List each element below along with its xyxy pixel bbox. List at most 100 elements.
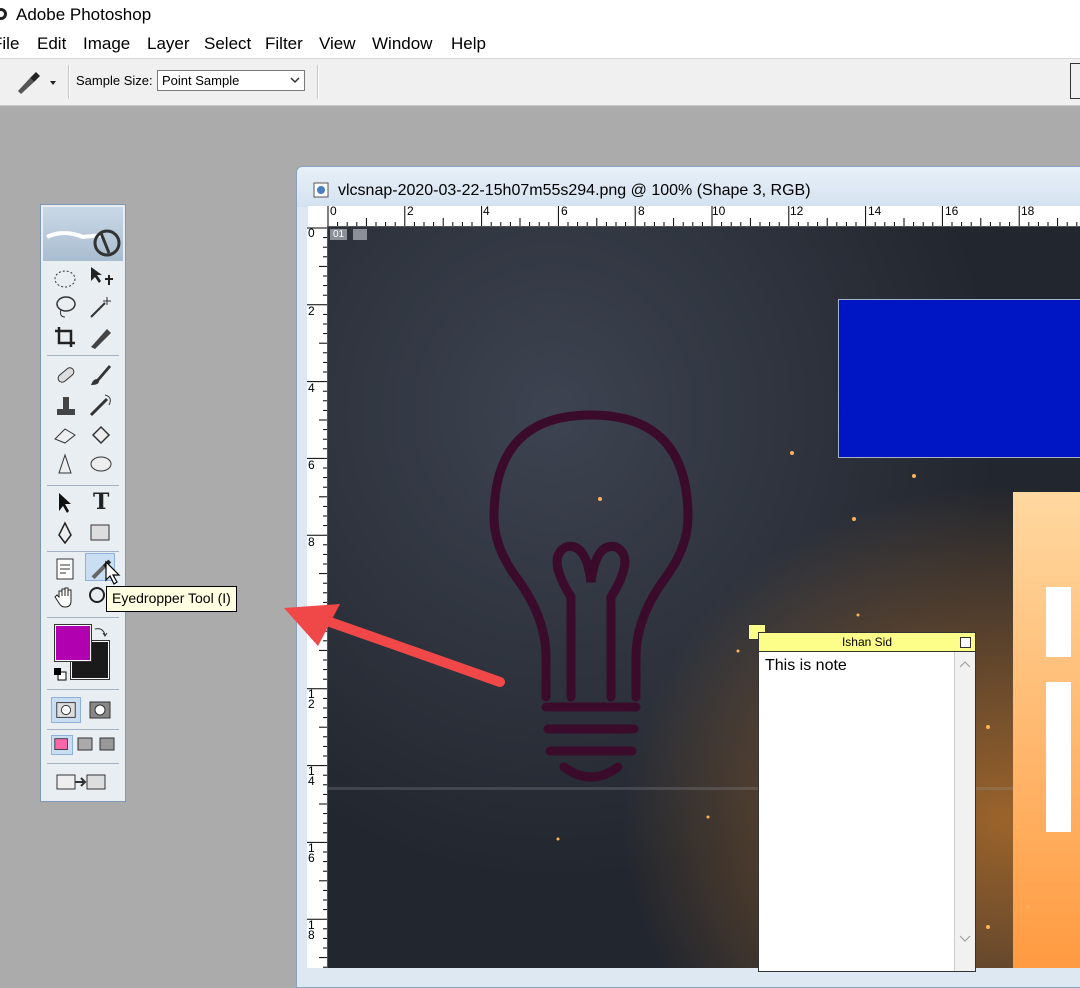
lightbulb-icon xyxy=(489,410,693,782)
menu-file[interactable]: File xyxy=(0,34,19,54)
rectangle-tool-icon[interactable] xyxy=(85,519,115,547)
note-body[interactable]: This is note xyxy=(758,652,976,972)
mouse-cursor-icon xyxy=(105,560,121,585)
marquee-tool-icon[interactable] xyxy=(51,265,81,293)
ruler-label: 12 xyxy=(790,204,804,218)
ruler-label: 18 xyxy=(1021,204,1035,218)
close-icon[interactable] xyxy=(960,637,971,648)
horizontal-ruler-ticks xyxy=(327,206,1078,226)
feather-logo-icon xyxy=(46,229,121,257)
ruler-label: 6 xyxy=(561,204,568,218)
standard-mode-icon[interactable] xyxy=(51,697,81,723)
brush-tool-icon[interactable] xyxy=(85,361,115,389)
note-scrollbar[interactable] xyxy=(954,652,975,971)
menu-layer[interactable]: Layer xyxy=(147,34,190,54)
ruler-label: 1 6 xyxy=(308,841,315,865)
options-separator xyxy=(317,65,319,99)
sample-size-select[interactable]: Point Sample xyxy=(157,70,305,91)
slice-tool-icon[interactable] xyxy=(85,323,115,351)
toolbox: T xyxy=(40,204,126,802)
ruler-label: 1 2 xyxy=(308,687,315,711)
ruler-label: 1 0 xyxy=(308,610,315,634)
path-selection-tool-icon[interactable] xyxy=(51,489,81,517)
default-colors-icon[interactable] xyxy=(53,667,67,681)
menu-help[interactable]: Help xyxy=(451,34,486,54)
options-bar: Sample Size: Point Sample xyxy=(0,59,1080,106)
chevron-down-icon xyxy=(290,77,300,84)
move-tool-icon[interactable] xyxy=(85,263,115,291)
history-brush-tool-icon[interactable] xyxy=(85,391,115,419)
ruler-label: 10 xyxy=(712,204,726,218)
toolbox-divider xyxy=(47,485,119,486)
vertical-ruler[interactable]: 0 2 4 6 8 1 0 1 2 1 4 1 6 1 8 xyxy=(307,226,328,968)
ruler-label: 16 xyxy=(945,204,959,218)
magic-wand-tool-icon[interactable] xyxy=(85,293,115,321)
healing-brush-tool-icon[interactable] xyxy=(51,361,81,389)
menu-filter[interactable]: Filter xyxy=(265,34,303,54)
ruler-label: 6 xyxy=(308,458,315,472)
document-icon xyxy=(313,182,329,198)
clone-stamp-tool-icon[interactable] xyxy=(51,391,81,419)
full-screen-menu-mode-icon[interactable] xyxy=(75,735,95,755)
dodge-tool-icon[interactable] xyxy=(85,451,115,479)
ruler-label: 4 xyxy=(308,381,315,395)
type-tool-icon[interactable]: T xyxy=(85,487,115,515)
notes-tool-icon[interactable] xyxy=(51,555,81,583)
menu-edit[interactable]: Edit xyxy=(37,34,66,54)
paint-bucket-tool-icon[interactable] xyxy=(85,421,115,449)
horizontal-ruler[interactable]: 0 2 4 6 8 10 12 14 16 18 xyxy=(308,204,1080,227)
toolbox-divider xyxy=(47,729,119,730)
scroll-up-icon[interactable] xyxy=(955,656,975,672)
sample-size-value: Point Sample xyxy=(162,73,240,88)
ruler-label: 0 xyxy=(308,226,315,240)
jump-to-imageready-icon[interactable] xyxy=(51,767,117,795)
sample-size-label: Sample Size: xyxy=(76,73,153,88)
scroll-down-icon[interactable] xyxy=(955,931,975,947)
tooltip: Eyedropper Tool (I) xyxy=(106,586,237,612)
photoshop-app-icon xyxy=(0,8,7,20)
lasso-tool-icon[interactable] xyxy=(51,293,81,321)
full-screen-mode-icon[interactable] xyxy=(97,735,117,755)
ruler-label: 8 xyxy=(308,535,315,549)
ruler-label: 8 xyxy=(638,204,645,218)
ruler-label: 1 4 xyxy=(308,764,315,788)
document-title: vlcsnap-2020-03-22-15h07m55s294.png @ 10… xyxy=(338,182,811,199)
annotation-note[interactable]: Ishan Sid This is note xyxy=(748,624,978,972)
ruler-label: 2 xyxy=(308,304,315,318)
note-text[interactable]: This is note xyxy=(765,657,847,675)
palette-well[interactable] xyxy=(1070,63,1080,99)
menu-view[interactable]: View xyxy=(319,34,356,54)
pen-tool-icon[interactable] xyxy=(51,519,81,547)
eyedropper-icon[interactable] xyxy=(10,69,60,95)
blur-tool-icon[interactable] xyxy=(51,451,81,479)
ruler-label: 14 xyxy=(868,204,882,218)
standard-screen-mode-icon[interactable] xyxy=(51,735,73,755)
toolbox-divider xyxy=(47,763,119,764)
ruler-label: 0 xyxy=(330,204,337,218)
crop-tool-icon[interactable] xyxy=(51,323,81,351)
ruler-label: 2 xyxy=(407,204,414,218)
ruler-label: 1 8 xyxy=(308,918,315,942)
menu-image[interactable]: Image xyxy=(83,34,130,54)
hand-tool-icon[interactable] xyxy=(51,583,81,611)
eraser-tool-icon[interactable] xyxy=(51,421,81,449)
window-title: Adobe Photoshop xyxy=(16,5,152,24)
toolbox-divider xyxy=(47,689,119,690)
ruler-label: 4 xyxy=(483,204,490,218)
options-separator xyxy=(68,65,70,99)
toolbox-divider xyxy=(47,551,119,552)
note-header[interactable]: Ishan Sid xyxy=(758,632,976,652)
title-bar: Adobe Photoshop xyxy=(0,0,1080,30)
menu-select[interactable]: Select xyxy=(204,34,251,54)
menu-bar: File Edit Image Layer Select Filter View… xyxy=(0,30,1080,58)
document-title-bar[interactable]: vlcsnap-2020-03-22-15h07m55s294.png @ 10… xyxy=(297,167,1080,207)
foreground-color-swatch[interactable] xyxy=(54,624,92,662)
note-author: Ishan Sid xyxy=(841,635,893,649)
toolbox-divider xyxy=(47,617,119,618)
toolbox-divider xyxy=(47,355,119,356)
toolbox-header[interactable] xyxy=(43,207,123,261)
menu-window[interactable]: Window xyxy=(372,34,432,54)
quick-mask-mode-icon[interactable] xyxy=(85,697,115,723)
svg-text:T: T xyxy=(93,489,110,515)
swap-colors-icon[interactable] xyxy=(93,625,109,639)
